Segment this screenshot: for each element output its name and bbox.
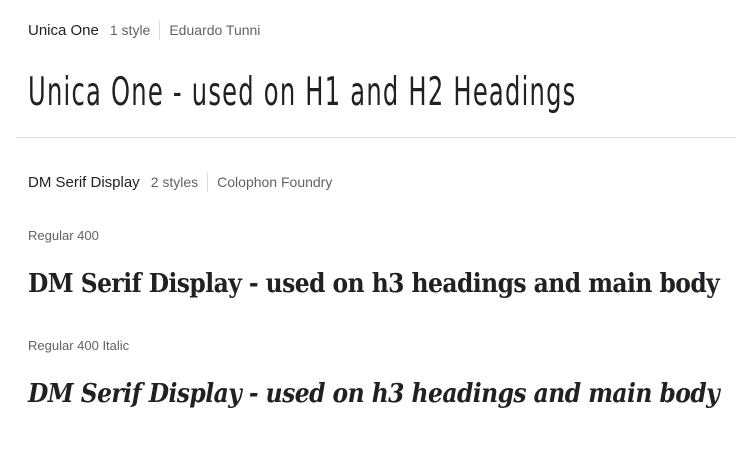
styles-count: 2 styles xyxy=(150,174,199,190)
family-name[interactable]: DM Serif Display xyxy=(28,174,140,191)
font-sample-unica-one: Unica One - used on H1 and H2 Headings xyxy=(28,70,577,115)
meta-divider xyxy=(207,172,209,192)
family-header-unica-one: Unica One 1 style Eduardo Tunni xyxy=(28,20,260,40)
section-divider xyxy=(16,137,736,138)
font-sample-dm-serif-italic: DM Serif Display - used on h3 headings a… xyxy=(28,379,720,409)
designer-name[interactable]: Eduardo Tunni xyxy=(169,22,260,38)
family-name[interactable]: Unica One xyxy=(28,22,99,39)
style-label-italic: Regular 400 Italic xyxy=(28,338,130,353)
font-sample-dm-serif-regular: DM Serif Display - used on h3 headings a… xyxy=(28,269,720,299)
designer-name[interactable]: Colophon Foundry xyxy=(217,174,332,190)
styles-count: 1 style xyxy=(109,22,151,38)
meta-divider xyxy=(159,20,161,40)
family-header-dm-serif-display: DM Serif Display 2 styles Colophon Found… xyxy=(28,172,332,192)
style-label-regular: Regular 400 xyxy=(28,228,99,243)
